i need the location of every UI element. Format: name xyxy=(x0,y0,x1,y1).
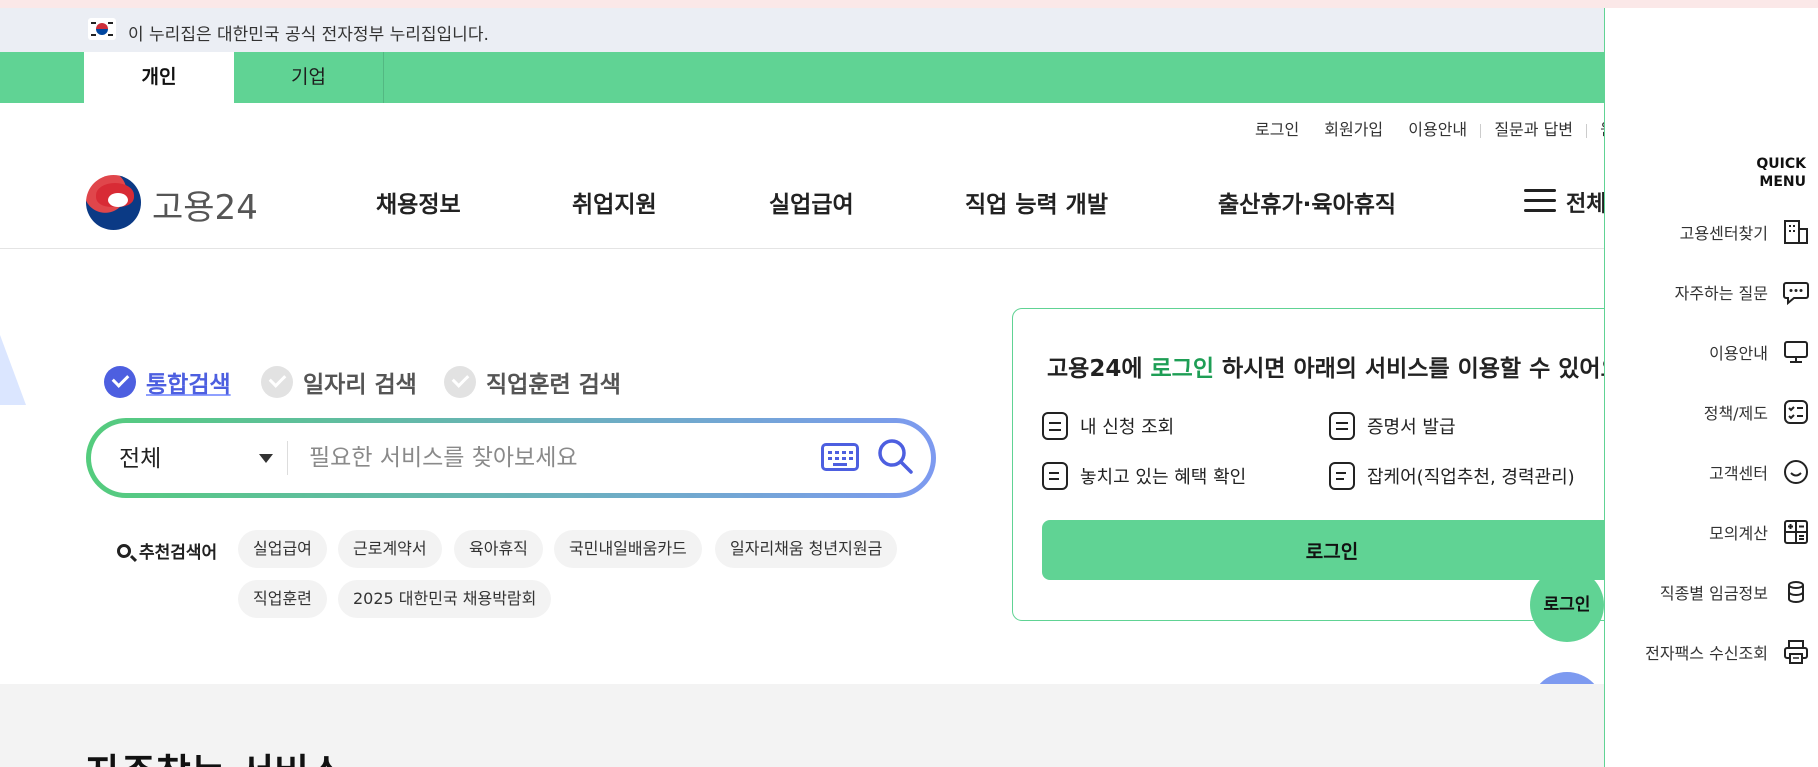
keyword-chip[interactable]: 2025 대한민국 채용박람회 xyxy=(338,580,552,618)
search-icon[interactable] xyxy=(876,437,914,475)
keyword-chip[interactable]: 육아휴직 xyxy=(454,530,543,568)
util-guide-link[interactable]: 이용안내 xyxy=(1408,120,1467,139)
login-panel-title: 고용24에 로그인 하시면 아래의 서비스를 이용할 수 있어요 xyxy=(1047,356,1622,382)
login-panel: 고용24에 로그인 하시면 아래의 서비스를 이용할 수 있어요 내 신청 조회… xyxy=(1012,308,1632,621)
utility-links: 로그인 회원가입 이용안내 질문과 답변 원격 xyxy=(1255,116,1650,140)
util-login-link[interactable]: 로그인 xyxy=(1255,120,1299,139)
quick-item-calculator[interactable]: 모의계산 xyxy=(1709,516,1810,548)
certificate-icon xyxy=(1329,412,1355,440)
keyword-chip[interactable]: 실업급여 xyxy=(238,530,327,568)
printer-icon xyxy=(1784,640,1808,664)
korea-flag-icon xyxy=(88,18,116,40)
nav-item-parental-leave[interactable]: 출산휴가·육아휴직 xyxy=(1218,185,1396,219)
header-divider xyxy=(0,248,1604,249)
search-input[interactable] xyxy=(309,437,789,479)
quick-item-center-finder[interactable]: 고용센터찾기 xyxy=(1680,216,1810,248)
checklist-icon xyxy=(1042,412,1068,440)
service-my-applications[interactable]: 내 신청 조회 xyxy=(1042,412,1174,440)
page-root: 이 누리집은 대한민국 공식 전자정부 누리집입니다. 개인 기업 로그인 회원… xyxy=(0,0,1818,767)
search-scope-select[interactable]: 전체 xyxy=(119,439,161,473)
search-divider xyxy=(287,441,288,475)
nav-item-vocational-training[interactable]: 직업 능력 개발 xyxy=(965,185,1108,219)
search-type-training[interactable]: 직업훈련 검색 xyxy=(444,365,621,399)
nav-item-unemployment-benefit[interactable]: 실업급여 xyxy=(769,185,854,219)
speech-bubble-icon xyxy=(1783,282,1809,306)
keyword-chip[interactable]: 국민내일배움카드 xyxy=(554,530,702,568)
smile-icon xyxy=(1784,460,1808,484)
quick-item-guide[interactable]: 이용안내 xyxy=(1709,336,1810,368)
keyword-chip[interactable]: 근로계약서 xyxy=(338,530,442,568)
quick-item-faq[interactable]: 자주하는 질문 xyxy=(1675,276,1810,308)
quick-item-efax[interactable]: 전자팩스 수신조회 xyxy=(1645,636,1810,668)
nav-item-jobs[interactable]: 채용정보 xyxy=(376,185,461,219)
service-missed-benefits[interactable]: 놓치고 있는 혜택 확인 xyxy=(1042,462,1246,490)
quick-menu: QUICK MENU 고용센터찾기 자주하는 질문 이용안내 정책/제도 고객센… xyxy=(1604,8,1818,767)
brand-logo-icon[interactable] xyxy=(86,175,141,230)
clipboard-clock-icon xyxy=(1329,462,1355,490)
nav-item-employment-support[interactable]: 취업지원 xyxy=(572,185,657,219)
check-icon xyxy=(261,366,293,398)
brand-name[interactable]: 고용24 xyxy=(152,180,258,229)
check-icon xyxy=(104,366,136,398)
quick-menu-title: QUICK MENU xyxy=(1756,156,1806,190)
util-divider xyxy=(1586,123,1588,138)
recommended-keywords-label: 추천검색어 xyxy=(117,538,217,563)
search-type-jobs[interactable]: 일자리 검색 xyxy=(261,365,417,399)
search-type-integrated[interactable]: 통합검색 xyxy=(104,365,231,399)
tab-business[interactable]: 기업 xyxy=(234,52,384,103)
util-signup-link[interactable]: 회원가입 xyxy=(1324,120,1383,139)
service-jobcare[interactable]: 잡케어(직업추천, 경력관리) xyxy=(1329,462,1575,490)
checklist-icon xyxy=(1784,400,1808,424)
coin-stack-icon xyxy=(1788,581,1804,603)
gov-banner: 이 누리집은 대한민국 공식 전자정부 누리집입니다. xyxy=(0,0,1818,52)
magnifier-icon xyxy=(117,543,131,558)
tab-personal[interactable]: 개인 xyxy=(84,52,234,103)
login-button[interactable]: 로그인 xyxy=(1042,520,1622,580)
service-certificate[interactable]: 증명서 발급 xyxy=(1329,412,1456,440)
frequent-services-title: 자주찾는 서비스 xyxy=(86,742,344,767)
floating-login-button[interactable]: 로그인 xyxy=(1530,568,1604,642)
keyword-chip[interactable]: 직업훈련 xyxy=(238,580,327,618)
document-coin-icon xyxy=(1042,462,1068,490)
util-divider xyxy=(1480,123,1482,138)
login-highlight: 로그인 xyxy=(1150,356,1214,382)
user-type-tabs: 개인 기업 xyxy=(0,52,1818,103)
hamburger-menu-icon[interactable] xyxy=(1524,189,1556,213)
dropdown-arrow-icon[interactable] xyxy=(259,454,273,463)
decorative-shape xyxy=(0,335,26,405)
building-icon xyxy=(1784,220,1808,244)
search-type-label: 직업훈련 검색 xyxy=(486,372,621,398)
quick-item-customer-center[interactable]: 고객센터 xyxy=(1709,456,1810,488)
all-menu-button[interactable]: 전체 xyxy=(1566,186,1606,218)
monitor-icon xyxy=(1784,341,1808,363)
quick-item-wage-info[interactable]: 직종별 임금정보 xyxy=(1660,576,1810,608)
search-type-label: 일자리 검색 xyxy=(303,372,417,398)
virtual-keyboard-icon[interactable] xyxy=(821,443,859,471)
check-icon xyxy=(444,366,476,398)
search-box: 전체 xyxy=(86,418,936,498)
frequent-services-section: 자주찾는 서비스 xyxy=(0,684,1604,767)
calculator-icon xyxy=(1784,520,1808,544)
search-type-label: 통합검색 xyxy=(146,372,231,398)
util-qna-link[interactable]: 질문과 답변 xyxy=(1494,120,1573,139)
gov-banner-text: 이 누리집은 대한민국 공식 전자정부 누리집입니다. xyxy=(128,25,489,45)
quick-item-policy[interactable]: 정책/제도 xyxy=(1704,396,1810,428)
keyword-chip[interactable]: 일자리채움 청년지원금 xyxy=(715,530,898,568)
